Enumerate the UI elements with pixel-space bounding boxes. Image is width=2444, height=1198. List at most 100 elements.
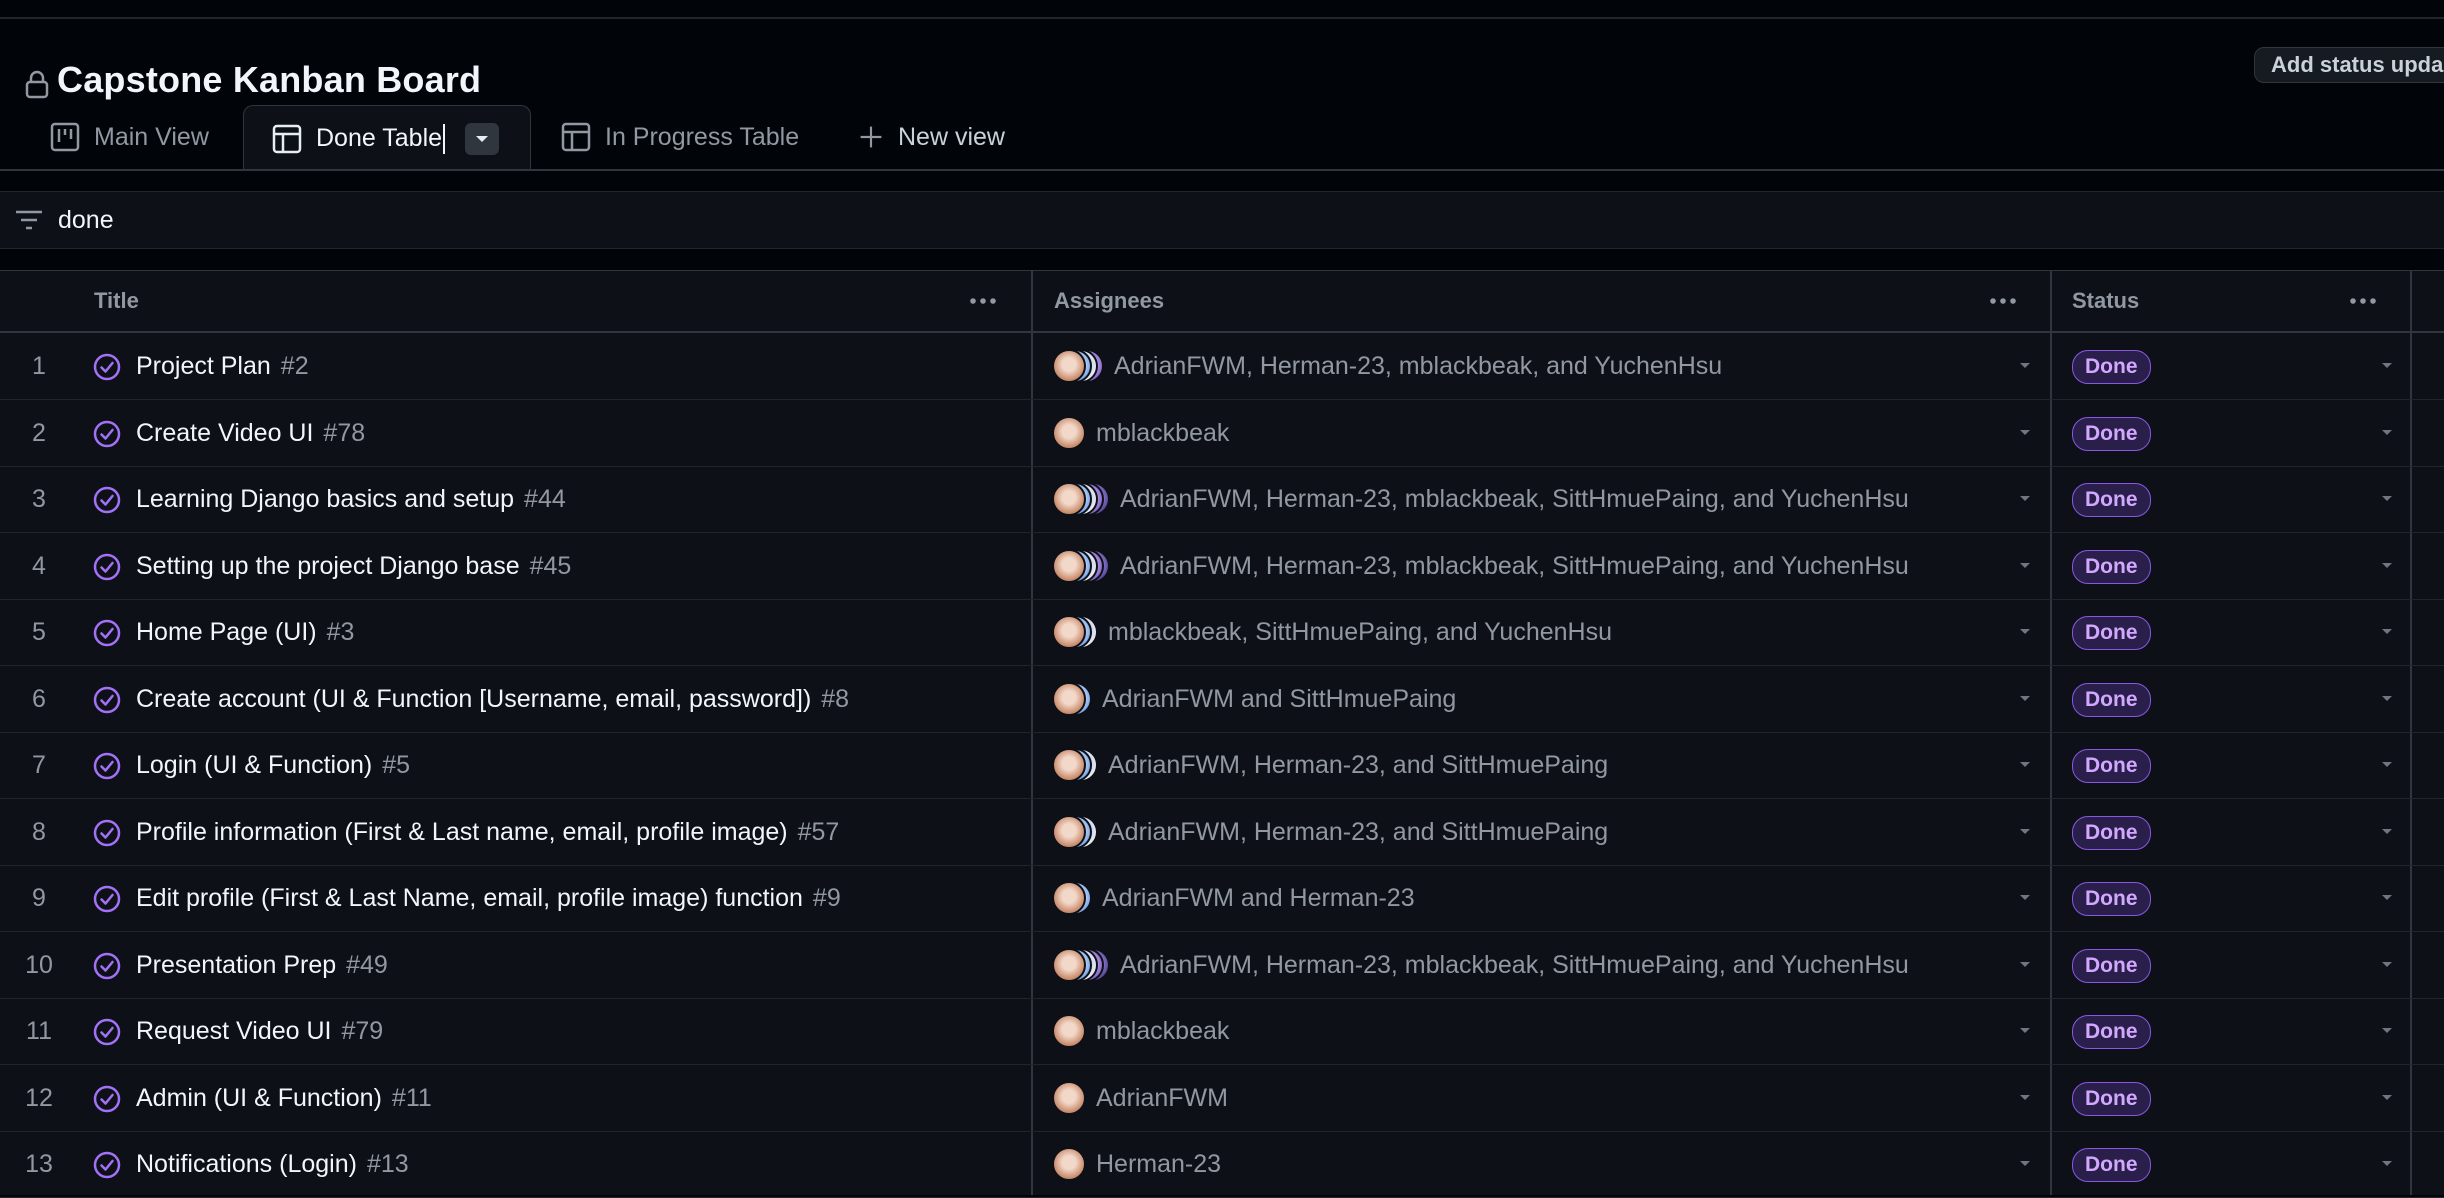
issue-number[interactable]: #45 bbox=[530, 552, 572, 580]
chevron-down-icon[interactable] bbox=[2018, 760, 2032, 770]
chevron-down-icon[interactable] bbox=[2380, 627, 2394, 637]
table-row[interactable]: 6 Create account (UI & Function [Username… bbox=[0, 666, 2444, 733]
status-badge[interactable]: Done bbox=[2072, 1148, 2151, 1182]
issue-title-text[interactable]: Learning Django basics and setup bbox=[136, 485, 514, 513]
chevron-down-icon[interactable] bbox=[2018, 428, 2032, 438]
issue-title[interactable]: Create account (UI & Function [Username,… bbox=[136, 666, 849, 732]
chevron-down-icon[interactable] bbox=[2380, 561, 2394, 571]
chevron-down-icon[interactable] bbox=[2380, 893, 2394, 903]
status-badge[interactable]: Done bbox=[2072, 882, 2151, 916]
table-row[interactable]: 4 Setting up the project Django base #45 Ad… bbox=[0, 533, 2444, 600]
chevron-down-icon[interactable] bbox=[2380, 760, 2394, 770]
issue-title[interactable]: Edit profile (First & Last Name, email, … bbox=[136, 865, 841, 931]
table-row[interactable]: 7 Login (UI & Function) #5 AdrianFWM, Herma… bbox=[0, 732, 2444, 799]
chevron-down-icon[interactable] bbox=[2018, 960, 2032, 970]
issue-title[interactable]: Home Page (UI) #3 bbox=[136, 599, 354, 665]
issue-title-text[interactable]: Create Video UI bbox=[136, 419, 313, 447]
tab-options-button[interactable] bbox=[465, 122, 500, 155]
chevron-down-icon[interactable] bbox=[2380, 1093, 2394, 1103]
issue-number[interactable]: #49 bbox=[346, 951, 388, 979]
table-row[interactable]: 12 Admin (UI & Function) #11 AdrianFWM Done bbox=[0, 1065, 2444, 1132]
filter-bar[interactable]: done bbox=[0, 191, 2444, 249]
column-header-assignees[interactable]: Assignees bbox=[1054, 271, 1164, 331]
issue-title-text[interactable]: Project Plan bbox=[136, 352, 271, 380]
status-badge[interactable]: Done bbox=[2072, 1015, 2151, 1049]
issue-number[interactable]: #79 bbox=[342, 1017, 384, 1045]
issue-title-text[interactable]: Edit profile (First & Last Name, email, … bbox=[136, 884, 803, 912]
column-header-title[interactable]: Title bbox=[94, 271, 139, 331]
chevron-down-icon[interactable] bbox=[2380, 1026, 2394, 1036]
table-row[interactable]: 10 Presentation Prep #49 AdrianFWM, Herman-… bbox=[0, 932, 2444, 999]
issue-number[interactable]: #57 bbox=[798, 818, 840, 846]
status-badge[interactable]: Done bbox=[2072, 948, 2151, 983]
chevron-down-icon[interactable] bbox=[2380, 694, 2394, 704]
issue-title[interactable]: Learning Django basics and setup #44 bbox=[136, 466, 566, 532]
chevron-down-icon[interactable] bbox=[2018, 627, 2032, 637]
issue-number[interactable]: #78 bbox=[323, 419, 365, 447]
more-options-icon[interactable] bbox=[1986, 287, 2020, 315]
issue-number[interactable]: #13 bbox=[367, 1150, 409, 1178]
issue-number[interactable]: #44 bbox=[524, 485, 566, 513]
issue-number[interactable]: #11 bbox=[392, 1084, 432, 1112]
tab-in-progress-table[interactable]: In Progress Table bbox=[561, 105, 799, 169]
new-view-button[interactable]: New view bbox=[858, 105, 1005, 169]
issue-title-text[interactable]: Login (UI & Function) bbox=[136, 751, 372, 779]
chevron-down-icon[interactable] bbox=[2380, 494, 2394, 504]
tab-main-view[interactable]: Main View bbox=[50, 105, 209, 169]
status-badge[interactable]: Done bbox=[2072, 616, 2151, 650]
tab-done-table[interactable]: Done Table bbox=[243, 105, 531, 171]
issue-title[interactable]: Profile information (First & Last name, … bbox=[136, 799, 839, 865]
status-badge[interactable]: Done bbox=[2072, 815, 2151, 850]
table-row[interactable]: 3 Learning Django basics and setup #44 Adri… bbox=[0, 466, 2444, 533]
status-badge[interactable]: Done bbox=[2072, 483, 2151, 517]
chevron-down-icon[interactable] bbox=[2018, 494, 2032, 504]
chevron-down-icon[interactable] bbox=[2018, 1159, 2032, 1169]
issue-title-text[interactable]: Request Video UI bbox=[136, 1017, 332, 1045]
more-options-icon[interactable] bbox=[2346, 287, 2380, 315]
issue-number[interactable]: #5 bbox=[382, 751, 410, 779]
status-badge[interactable]: Done bbox=[2072, 749, 2151, 783]
issue-title[interactable]: Project Plan #2 bbox=[136, 333, 309, 399]
more-options-icon[interactable] bbox=[966, 287, 1000, 315]
issue-title[interactable]: Setting up the project Django base #45 bbox=[136, 533, 571, 599]
issue-number[interactable]: #3 bbox=[327, 618, 355, 646]
table-row[interactable]: 5 Home Page (UI) #3 mblackbeak, SittHmuePai… bbox=[0, 599, 2444, 666]
chevron-down-icon[interactable] bbox=[2018, 1093, 2032, 1103]
chevron-down-icon[interactable] bbox=[2018, 893, 2032, 903]
status-badge[interactable]: Done bbox=[2072, 682, 2151, 717]
table-row[interactable]: 2 Create Video UI #78 mblackbeak Done bbox=[0, 400, 2444, 467]
filter-input[interactable]: done bbox=[58, 206, 114, 235]
table-row[interactable]: 9 Edit profile (First & Last Name, email,… bbox=[0, 865, 2444, 932]
issue-title-text[interactable]: Create account (UI & Function [Username,… bbox=[136, 685, 811, 713]
issue-title-text[interactable]: Admin (UI & Function) bbox=[136, 1084, 382, 1112]
chevron-down-icon[interactable] bbox=[2380, 827, 2394, 837]
chevron-down-icon[interactable] bbox=[2018, 827, 2032, 837]
chevron-down-icon[interactable] bbox=[2380, 1159, 2394, 1169]
table-row[interactable]: 11 Request Video UI #79 mblackbeak Done bbox=[0, 998, 2444, 1065]
issue-title[interactable]: Login (UI & Function) #5 bbox=[136, 732, 410, 798]
status-badge[interactable]: Done bbox=[2072, 1081, 2151, 1116]
table-row[interactable]: 1 Project Plan #2 AdrianFWM, Herman-23, mbl… bbox=[0, 333, 2444, 400]
issue-title[interactable]: Presentation Prep #49 bbox=[136, 932, 388, 998]
status-badge[interactable]: Done bbox=[2072, 350, 2151, 384]
chevron-down-icon[interactable] bbox=[2380, 428, 2394, 438]
issue-title[interactable]: Create Video UI #78 bbox=[136, 400, 365, 466]
status-badge[interactable]: Done bbox=[2072, 416, 2151, 451]
issue-title[interactable]: Request Video UI #79 bbox=[136, 998, 383, 1064]
issue-title-text[interactable]: Notifications (Login) bbox=[136, 1150, 357, 1178]
issue-title-text[interactable]: Profile information (First & Last name, … bbox=[136, 818, 788, 846]
issue-title-text[interactable]: Setting up the project Django base bbox=[136, 552, 520, 580]
issue-number[interactable]: #9 bbox=[813, 884, 841, 912]
status-badge[interactable]: Done bbox=[2072, 549, 2151, 584]
issue-title-text[interactable]: Home Page (UI) bbox=[136, 618, 317, 646]
chevron-down-icon[interactable] bbox=[2018, 694, 2032, 704]
chevron-down-icon[interactable] bbox=[2018, 361, 2032, 371]
chevron-down-icon[interactable] bbox=[2380, 361, 2394, 371]
chevron-down-icon[interactable] bbox=[2380, 960, 2394, 970]
column-header-status[interactable]: Status bbox=[2072, 271, 2139, 331]
issue-number[interactable]: #8 bbox=[821, 685, 849, 713]
table-row[interactable]: 8 Profile information (First & Last name,… bbox=[0, 799, 2444, 866]
add-status-update-button[interactable]: Add status upda bbox=[2254, 47, 2444, 83]
chevron-down-icon[interactable] bbox=[2018, 561, 2032, 571]
issue-title-text[interactable]: Presentation Prep bbox=[136, 951, 336, 979]
